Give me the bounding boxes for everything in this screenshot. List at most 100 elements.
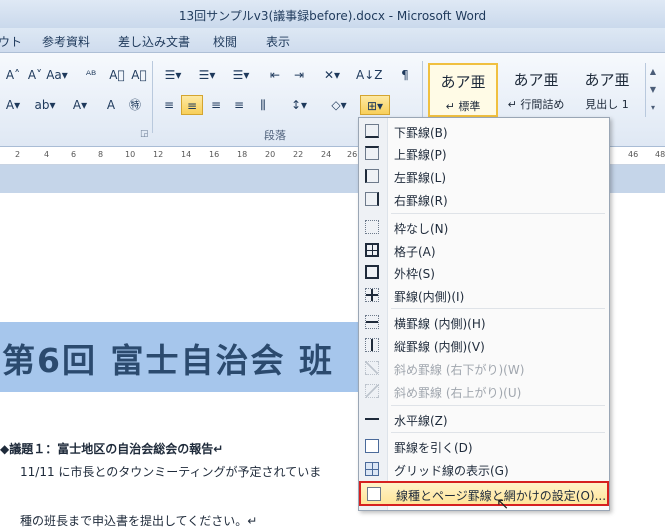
menu-item-inside-vertical-border[interactable]: 縦罫線 (内側)(V): [359, 335, 609, 356]
multilevel-list-button[interactable]: ☰▾: [226, 65, 256, 85]
gallery-more-icon[interactable]: ▾: [646, 99, 660, 117]
menu-item-left-border[interactable]: 左罫線(L): [359, 166, 609, 187]
align-left-button[interactable]: ≡: [158, 95, 180, 115]
tab-mailings[interactable]: 差し込み文書: [118, 33, 190, 50]
tab-review[interactable]: 校閲: [213, 33, 237, 50]
border-right-icon: [365, 192, 379, 206]
style-sample: あア亜: [513, 71, 559, 89]
change-case-button[interactable]: Aa▾: [42, 65, 72, 85]
style-name: 見出し 1: [585, 98, 629, 111]
menu-item-inside-horizontal-border[interactable]: 横罫線 (内側)(H): [359, 312, 609, 333]
menu-item-inside-borders[interactable]: 罫線(内側)(I): [359, 285, 609, 306]
style-normal[interactable]: あア亜 ↵ 標準: [428, 63, 498, 117]
justify-button[interactable]: ≡: [228, 95, 250, 115]
menu-item-horizontal-line[interactable]: 水平線(Z): [359, 409, 609, 430]
tab-references[interactable]: 参考資料: [42, 33, 90, 50]
tab-view[interactable]: 表示: [266, 33, 290, 50]
tab-layout[interactable]: ウト: [0, 33, 22, 50]
menu-separator: [391, 308, 605, 309]
menu-item-borders-and-shading[interactable]: 線種とページ罫線と網かけの設定(O)...: [359, 481, 609, 506]
menu-item-label: 右罫線(R): [394, 194, 448, 208]
enclose-characters-button[interactable]: A⃞: [128, 65, 150, 85]
align-center-button[interactable]: ≡: [181, 95, 203, 115]
menu-item-label: 外枠(S): [394, 267, 435, 281]
menu-item-diagonal-down-border[interactable]: 斜め罫線 (右下がり)(W): [359, 358, 609, 379]
menu-item-top-border[interactable]: 上罫線(P): [359, 143, 609, 164]
bullets-button[interactable]: ☰▾: [158, 65, 188, 85]
ruler-tick: 48: [655, 150, 665, 159]
ruler-tick: 18: [237, 150, 248, 159]
document-heading[interactable]: 第6回 富士自治会 班: [2, 334, 334, 382]
menu-item-no-border[interactable]: 枠なし(N): [359, 217, 609, 238]
border-outside-icon: [365, 265, 379, 279]
increase-indent-button[interactable]: ⇥: [288, 65, 310, 85]
gallery-up-icon[interactable]: ▲: [646, 63, 660, 81]
line-spacing-button[interactable]: ↕▾: [284, 95, 314, 115]
menu-item-label: 上罫線(P): [394, 148, 447, 162]
shading-button[interactable]: ◇▾: [326, 95, 352, 115]
text-effects-button[interactable]: A▾: [2, 95, 24, 115]
borders-button[interactable]: ⊞▾: [360, 95, 390, 115]
ruler-tick: 46: [628, 150, 639, 159]
menu-item-label: グリッド線の表示(G): [394, 464, 509, 478]
asian-layout-button[interactable]: ✕▾: [318, 65, 346, 85]
border-inside-icon: [365, 288, 379, 302]
menu-item-label: 斜め罫線 (右上がり)(U): [394, 386, 522, 400]
menu-item-view-gridlines[interactable]: グリッド線の表示(G): [359, 459, 609, 480]
border-bottom-icon: [365, 124, 379, 138]
diagonal-down-border-icon: [365, 361, 379, 375]
menu-item-outside-borders[interactable]: 外枠(S): [359, 262, 609, 283]
font-dialog-launcher-icon[interactable]: ◲: [140, 129, 149, 139]
mouse-cursor-icon: ↖: [496, 494, 510, 513]
horizontal-line-icon: [365, 412, 379, 426]
ruler-tick: 22: [293, 150, 304, 159]
style-heading-1[interactable]: あア亜 見出し 1: [572, 63, 642, 117]
menu-item-label: 斜め罫線 (右下がり)(W): [394, 363, 525, 377]
numbering-button[interactable]: ☰▾: [192, 65, 222, 85]
ribbon-tabs: ウト 参考資料 差し込み文書 校閲 表示: [0, 28, 665, 53]
menu-item-label: 枠なし(N): [394, 222, 449, 236]
decrease-indent-button[interactable]: ⇤: [264, 65, 286, 85]
diagonal-up-border-icon: [365, 384, 379, 398]
phonetic-guide-button[interactable]: ᴬᴮ: [80, 65, 102, 85]
menu-item-label: 横罫線 (内側)(H): [394, 317, 486, 331]
distributed-button[interactable]: ⫼: [252, 95, 274, 115]
ruler-tick: 4: [44, 150, 50, 159]
body-text-line[interactable]: 種の班長まで申込書を提出してください。↵: [20, 512, 257, 529]
character-border-button[interactable]: A⃞: [106, 65, 128, 85]
menu-item-diagonal-up-border[interactable]: 斜め罫線 (右上がり)(U): [359, 381, 609, 402]
ruler-tick: 10: [125, 150, 136, 159]
agenda-line[interactable]: ◆議題１：富士地区の自治会総会の報告↵: [0, 440, 223, 457]
menu-item-bottom-border[interactable]: 下罫線(B): [359, 121, 609, 142]
title-bar: 13回サンプルv3(議事録before).docx - Microsoft Wo…: [0, 0, 665, 28]
menu-item-right-border[interactable]: 右罫線(R): [359, 189, 609, 210]
ruler-tick: 16: [209, 150, 220, 159]
menu-item-label: 罫線を引く(D): [394, 441, 473, 455]
menu-item-all-borders[interactable]: 格子(A): [359, 240, 609, 261]
body-text-line[interactable]: 11/11 に市長とのタウンミーティングが予定されていま: [20, 463, 321, 480]
ruler-tick: 24: [321, 150, 332, 159]
draw-table-icon: [365, 439, 379, 453]
gallery-down-icon[interactable]: ▼: [646, 81, 660, 99]
menu-item-label: 左罫線(L): [394, 171, 447, 185]
style-name: ↵ 標準: [445, 100, 481, 113]
ruler-tick: 14: [181, 150, 192, 159]
window-title: 13回サンプルv3(議事録before).docx - Microsoft Wo…: [178, 9, 487, 23]
show-hide-marks-button[interactable]: ¶: [394, 65, 416, 85]
styles-gallery-scroll: ▲ ▼ ▾: [645, 63, 660, 117]
borders-shading-icon: [367, 487, 381, 501]
character-shading-button[interactable]: A: [100, 95, 122, 115]
style-no-spacing[interactable]: あア亜 ↵ 行間詰め: [501, 63, 571, 117]
ruler-tick: 6: [71, 150, 77, 159]
border-all-icon: [365, 243, 379, 257]
menu-item-draw-table[interactable]: 罫線を引く(D): [359, 436, 609, 457]
enclose-char-button[interactable]: ㊕: [124, 95, 146, 115]
font-color-button[interactable]: A▾: [66, 95, 94, 115]
border-inside-vertical-icon: [365, 338, 379, 352]
ruler-tick: 12: [153, 150, 164, 159]
text-highlight-button[interactable]: ab▾: [30, 95, 60, 115]
border-left-icon: [365, 169, 379, 183]
align-right-button[interactable]: ≡: [205, 95, 227, 115]
grow-font-button[interactable]: A˄: [2, 65, 24, 85]
sort-button[interactable]: A↓Z: [356, 65, 382, 85]
